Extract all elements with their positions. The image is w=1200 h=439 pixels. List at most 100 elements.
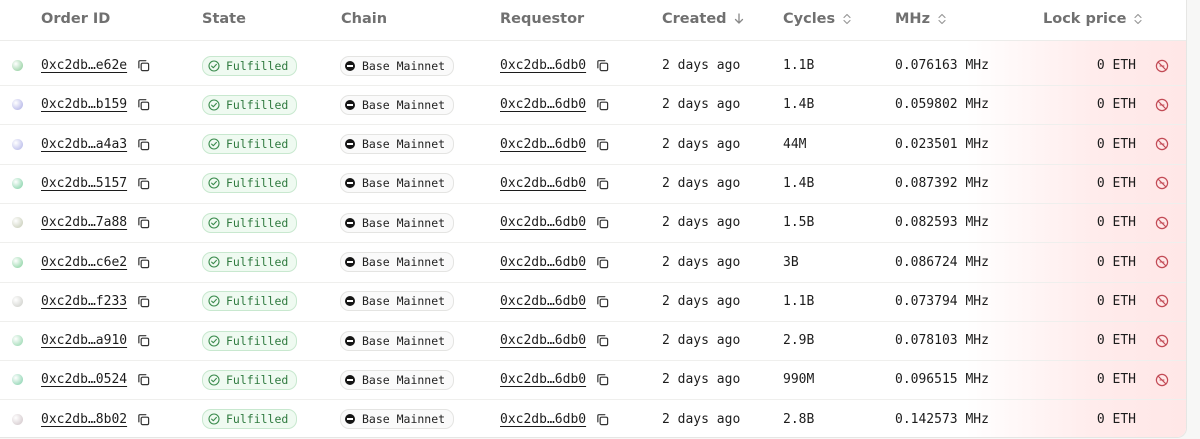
mhz-cell: 0.073794 MHz [895, 282, 989, 321]
order-id-link[interactable]: 0xc2db…a4a3 [41, 137, 127, 152]
order-id-link[interactable]: 0xc2db…8b02 [41, 412, 127, 427]
created-value: 2 days ago [662, 97, 741, 113]
copy-icon[interactable] [137, 373, 150, 386]
requestor-link[interactable]: 0xc2db…6db0 [500, 412, 586, 427]
order-avatar-icon [12, 60, 23, 71]
copy-icon[interactable] [596, 256, 609, 269]
cycles-cell: 44M [783, 125, 806, 164]
cycles-value: 1.1B [783, 58, 815, 73]
copy-icon[interactable] [137, 256, 150, 269]
created-value: 2 days ago [662, 58, 741, 73]
table-row[interactable]: 0xc2db…c6e2 Fulfilled Base Mainnet 0xc2d… [0, 243, 1186, 283]
copy-icon[interactable] [596, 59, 609, 72]
no-entry-icon[interactable] [1155, 294, 1169, 308]
created-cell: 2 days ago [662, 243, 740, 282]
copy-icon[interactable] [596, 216, 609, 229]
chain-label: Base Mainnet [362, 58, 446, 73]
requestor-link[interactable]: 0xc2db…6db0 [500, 97, 586, 112]
table-row[interactable]: 0xc2db…0524 Fulfilled Base Mainnet 0xc2d… [0, 360, 1186, 401]
no-entry-icon[interactable] [1155, 137, 1169, 151]
header-cycles[interactable]: Cycles [783, 11, 853, 27]
copy-icon[interactable] [137, 295, 150, 308]
created-cell: 2 days ago [662, 282, 740, 321]
no-entry-icon[interactable] [1155, 255, 1169, 269]
flag-cell [1155, 360, 1169, 399]
order-id-link[interactable]: 0xc2db…a910 [41, 333, 127, 348]
copy-icon[interactable] [596, 177, 609, 190]
order-id-cell: 0xc2db…0524 [41, 360, 150, 399]
chain-cell: Base Mainnet [340, 125, 455, 164]
requestor-link[interactable]: 0xc2db…6db0 [500, 333, 586, 348]
copy-icon[interactable] [137, 177, 150, 190]
no-entry-icon[interactable] [1155, 373, 1169, 387]
table-row[interactable]: 0xc2db…5157 Fulfilled Base Mainnet 0xc2d… [0, 164, 1186, 204]
flag-cell [1155, 164, 1169, 203]
lock-price-cell: 0 ETH [1040, 400, 1136, 437]
no-entry-icon[interactable] [1155, 98, 1169, 112]
created-cell: 2 days ago [662, 321, 740, 360]
requestor-link[interactable]: 0xc2db…6db0 [500, 137, 586, 152]
mhz-value: 0.086724 MHz [895, 254, 989, 270]
order-id-link[interactable]: 0xc2db…0524 [41, 372, 127, 387]
header-mhz[interactable]: MHz [895, 11, 948, 27]
copy-icon[interactable] [137, 138, 150, 151]
status-badge: Fulfilled [202, 94, 298, 115]
base-chain-icon [345, 60, 355, 71]
created-value: 2 days ago [662, 254, 741, 270]
table-row[interactable]: 0xc2db…a910 Fulfilled Base Mainnet 0xc2d… [0, 321, 1186, 362]
copy-icon[interactable] [137, 413, 150, 426]
mhz-value: 0.087392 MHz [895, 175, 989, 191]
no-entry-icon[interactable] [1155, 176, 1169, 190]
table-row[interactable]: 0xc2db…8b02 Fulfilled Base Mainnet 0xc2d… [0, 400, 1186, 437]
base-chain-icon [345, 139, 355, 150]
order-id-link[interactable]: 0xc2db…b159 [41, 97, 127, 112]
requestor-link[interactable]: 0xc2db…6db0 [500, 215, 586, 230]
table-row[interactable]: 0xc2db…7a88 Fulfilled Base Mainnet 0xc2d… [0, 203, 1186, 244]
header-requestor: Requestor [500, 11, 584, 27]
table-row[interactable]: 0xc2db…b159 Fulfilled Base Mainnet 0xc2d… [0, 85, 1186, 126]
lock-price-value: 0 ETH [1096, 333, 1136, 349]
header-lock-price[interactable]: Lock price [1043, 11, 1144, 27]
requestor-link[interactable]: 0xc2db…6db0 [500, 294, 586, 309]
header-created[interactable]: Created [662, 11, 745, 27]
no-entry-icon[interactable] [1155, 216, 1169, 230]
cycles-value: 2.9B [783, 333, 815, 349]
chain-label: Base Mainnet [362, 176, 446, 191]
order-id-cell: 0xc2db…f233 [41, 282, 150, 321]
copy-icon[interactable] [596, 373, 609, 386]
no-entry-icon[interactable] [1155, 59, 1169, 73]
check-circle-icon [208, 59, 220, 72]
table-row[interactable]: 0xc2db…e62e Fulfilled Base Mainnet 0xc2d… [0, 46, 1186, 86]
no-entry-icon[interactable] [1155, 334, 1169, 348]
copy-icon[interactable] [137, 98, 150, 111]
requestor-link[interactable]: 0xc2db…6db0 [500, 372, 586, 387]
created-cell: 2 days ago [662, 125, 740, 164]
requestor-link[interactable]: 0xc2db…6db0 [500, 176, 586, 191]
requestor-link[interactable]: 0xc2db…6db0 [500, 58, 586, 73]
requestor-link[interactable]: 0xc2db…6db0 [500, 255, 586, 270]
state-cell: Fulfilled [202, 46, 298, 85]
copy-icon[interactable] [137, 59, 150, 72]
copy-icon[interactable] [137, 334, 150, 347]
requestor-cell: 0xc2db…6db0 [500, 400, 609, 437]
chain-label: Base Mainnet [362, 97, 446, 112]
order-id-link[interactable]: 0xc2db…7a88 [41, 215, 127, 230]
order-id-link[interactable]: 0xc2db…c6e2 [41, 255, 127, 270]
cycles-cell: 1.4B [783, 164, 814, 203]
copy-icon[interactable] [596, 295, 609, 308]
chain-label: Base Mainnet [362, 412, 446, 427]
order-id-link[interactable]: 0xc2db…e62e [41, 58, 127, 73]
created-cell: 2 days ago [662, 203, 740, 242]
copy-icon[interactable] [596, 334, 609, 347]
copy-icon[interactable] [596, 138, 609, 151]
table-row[interactable]: 0xc2db…a4a3 Fulfilled Base Mainnet 0xc2d… [0, 125, 1186, 165]
copy-icon[interactable] [596, 98, 609, 111]
order-id-link[interactable]: 0xc2db…5157 [41, 176, 127, 191]
copy-icon[interactable] [137, 216, 150, 229]
status-label: Fulfilled [226, 333, 289, 348]
copy-icon[interactable] [596, 413, 609, 426]
order-id-link[interactable]: 0xc2db…f233 [41, 294, 127, 309]
created-cell: 2 days ago [662, 360, 740, 399]
chain-badge: Base Mainnet [340, 252, 455, 272]
table-row[interactable]: 0xc2db…f233 Fulfilled Base Mainnet 0xc2d… [0, 282, 1186, 322]
